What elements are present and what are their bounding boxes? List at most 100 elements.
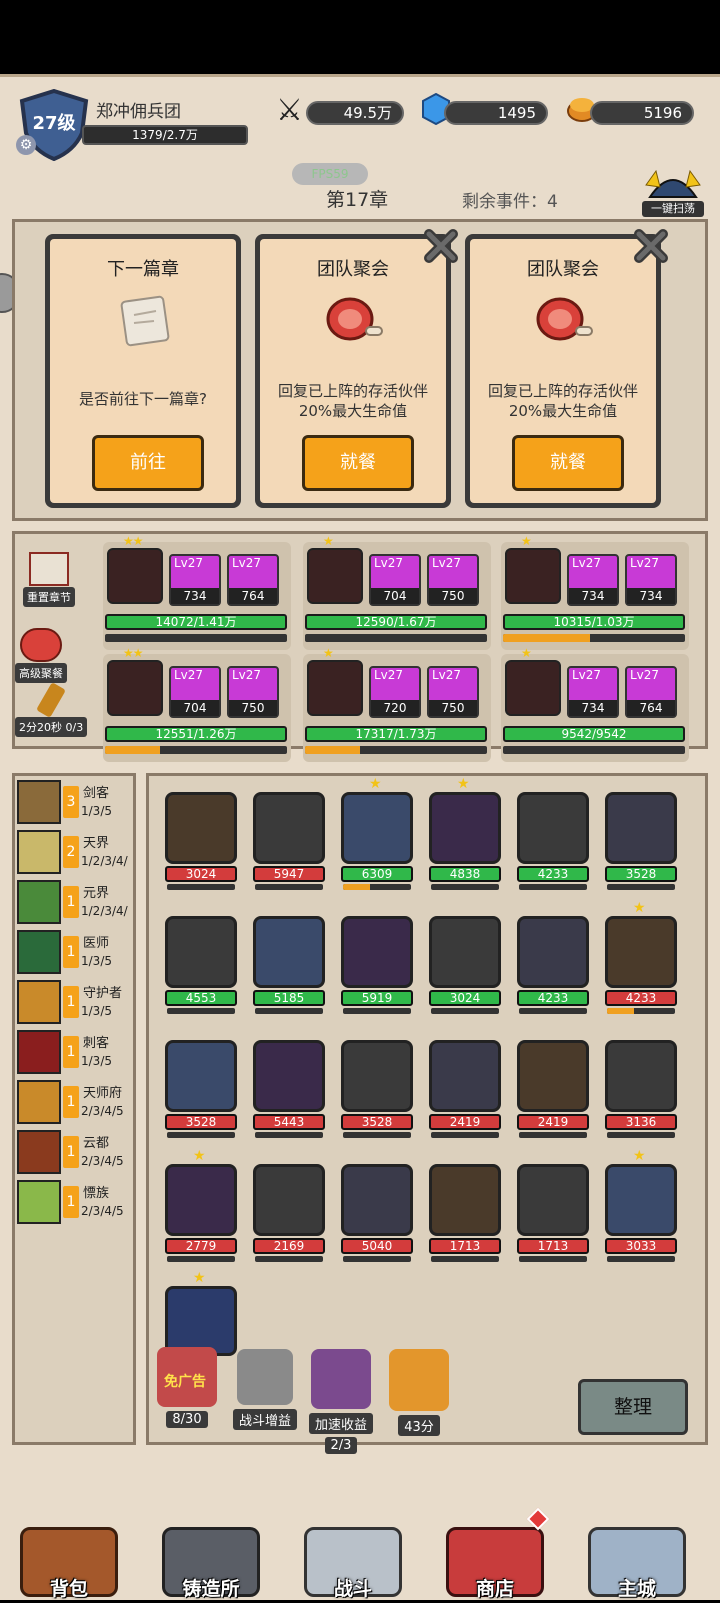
speed-boost-button[interactable]: 加速收益 2/3: [306, 1349, 376, 1454]
hp-bar: 3024: [165, 866, 237, 882]
equipment-slot[interactable]: Lv27 764: [227, 554, 279, 606]
bond-item[interactable]: 1 元界 1/2/3/4/: [17, 880, 131, 926]
roster-hero-card[interactable]: 3528: [341, 1030, 413, 1138]
roster-hero-card[interactable]: 2169: [253, 1154, 325, 1262]
timer-button[interactable]: 2分20秒 0/3: [15, 682, 88, 737]
nav-main-city[interactable]: 主城: [582, 1519, 692, 1603]
roster-hero-card[interactable]: 5185: [253, 906, 325, 1014]
bond-item[interactable]: 2 天界 1/2/3/4/: [17, 830, 131, 876]
bond-item[interactable]: 1 守护者 1/3/5: [17, 980, 131, 1026]
equipment-slot[interactable]: Lv27 750: [227, 666, 279, 718]
nav-battle[interactable]: 战斗: [298, 1519, 408, 1603]
team-hero-slot[interactable]: ★ Lv27 734 Lv27 734 10315/1.03万: [501, 534, 689, 650]
team-hero-slot[interactable]: ★★ Lv27 704 Lv27 750 12551/1.26万: [103, 646, 291, 762]
bond-item[interactable]: 1 云都 2/3/4/5: [17, 1130, 131, 1176]
roster-hero-card[interactable]: 5919: [341, 906, 413, 1014]
bond-name: 天界: [83, 836, 110, 851]
roster-hero-card[interactable]: 2419: [429, 1030, 501, 1138]
equipment-slot[interactable]: Lv27 750: [427, 554, 479, 606]
roster-hero-card[interactable]: 3528: [165, 1030, 237, 1138]
roster-hero-card[interactable]: 4553: [165, 906, 237, 1014]
equip-level: Lv27: [374, 556, 404, 570]
roster-hero-card[interactable]: 5947: [253, 782, 325, 890]
hp-bar: 12590/1.67万: [305, 614, 487, 630]
no-ads-button[interactable]: 免广告 8/30: [152, 1347, 222, 1428]
roster-hero-card[interactable]: 3024: [165, 782, 237, 890]
roster-hero-card[interactable]: ★ 2779: [165, 1148, 237, 1262]
roster-hero-card[interactable]: ★ 4838: [429, 776, 501, 890]
roster-hero-card[interactable]: 1713: [429, 1154, 501, 1262]
bond-icon: [17, 1030, 61, 1074]
remaining-events: 剩余事件：4: [462, 192, 558, 212]
close-icon[interactable]: [631, 226, 671, 266]
equipment-slot[interactable]: Lv27 720: [369, 666, 421, 718]
hp-bar: 1713: [517, 1238, 589, 1254]
close-icon[interactable]: [421, 226, 461, 266]
team-hero-slot[interactable]: ★ Lv27 734 Lv27 764 9542/9542: [501, 646, 689, 762]
equip-power: 704: [371, 588, 419, 604]
roster-hero-card[interactable]: ★ 6309: [341, 776, 413, 890]
roster-hero-card[interactable]: 5443: [253, 1030, 325, 1138]
energy-bar: [431, 1256, 499, 1262]
timer-label: 2分20秒 0/3: [15, 717, 88, 737]
roster-hero-card[interactable]: ★ 3033: [605, 1148, 677, 1262]
bond-item[interactable]: 1 医师 1/3/5: [17, 930, 131, 976]
nav-backpack[interactable]: 背包: [14, 1519, 124, 1603]
roster-hero-card[interactable]: 1713: [517, 1154, 589, 1262]
equip-level: Lv27: [572, 556, 602, 570]
event-title: 下一篇章: [107, 259, 179, 280]
energy-bar: [255, 1132, 323, 1138]
roster-hero-card[interactable]: 2419: [517, 1030, 589, 1138]
exp-bar: 1379/2.7万: [82, 125, 248, 145]
energy-bar: [431, 1008, 499, 1014]
nav-label: 主城: [617, 1578, 656, 1600]
roster-hero-card[interactable]: 3024: [429, 906, 501, 1014]
bond-item[interactable]: 1 慓族 2/3/4/5: [17, 1180, 131, 1226]
go-button[interactable]: 前往: [92, 435, 204, 491]
hero-portrait: [341, 792, 413, 864]
hero-portrait: [605, 792, 677, 864]
roster-hero-card[interactable]: 4233: [517, 782, 589, 890]
equipment-slot[interactable]: Lv27 734: [567, 666, 619, 718]
hp-bar: 5185: [253, 990, 325, 1006]
chest-button[interactable]: 43分: [384, 1349, 454, 1436]
gem-display[interactable]: 1495: [444, 101, 548, 125]
team-hero-slot[interactable]: ★ Lv27 720 Lv27 750 17317/1.73万: [303, 646, 491, 762]
battle-boost-button[interactable]: 战斗增益: [230, 1349, 300, 1430]
equipment-slot[interactable]: Lv27 750: [427, 666, 479, 718]
nav-shop[interactable]: 商店: [440, 1507, 550, 1603]
gear-icon[interactable]: ⚙: [16, 135, 36, 155]
premium-feast-button[interactable]: 高级聚餐: [15, 628, 67, 683]
reset-chapter-button[interactable]: 重置章节: [23, 552, 75, 607]
equipment-slot[interactable]: Lv27 704: [169, 666, 221, 718]
roster-hero-card[interactable]: 3136: [605, 1030, 677, 1138]
bond-name: 云都: [83, 1136, 110, 1151]
dine-button[interactable]: 就餐: [302, 435, 414, 491]
equipment-slot[interactable]: Lv27 704: [369, 554, 421, 606]
equipment-slot[interactable]: Lv27 764: [625, 666, 677, 718]
bond-item[interactable]: 3 剑客 1/3/5: [17, 780, 131, 826]
hero-portrait: [605, 1164, 677, 1236]
roster-hero-card[interactable]: 3528: [605, 782, 677, 890]
hero-portrait: [165, 1164, 237, 1236]
sort-button[interactable]: 整理: [578, 1379, 688, 1435]
nav-forge[interactable]: 铸造所: [156, 1519, 266, 1603]
team-hero-slot[interactable]: ★★ Lv27 734 Lv27 764 14072/1.41万: [103, 534, 291, 650]
equipment-slot[interactable]: Lv27 734: [169, 554, 221, 606]
coin-display[interactable]: 5196: [590, 101, 694, 125]
team-hero-slot[interactable]: ★ Lv27 704 Lv27 750 12590/1.67万: [303, 534, 491, 650]
bond-item[interactable]: 1 刺客 1/3/5: [17, 1030, 131, 1076]
roster-hero-card[interactable]: ★ 4233: [605, 900, 677, 1014]
equipment-slot[interactable]: Lv27 734: [625, 554, 677, 606]
dine-button[interactable]: 就餐: [512, 435, 624, 491]
hero-portrait: [429, 792, 501, 864]
sweep-button[interactable]: 一键扫荡: [642, 167, 704, 217]
roster-hero-card[interactable]: ★: [165, 1270, 237, 1356]
level-badge[interactable]: 27级 ⚙: [16, 88, 90, 162]
equipment-slot[interactable]: Lv27 734: [567, 554, 619, 606]
roster-hero-card[interactable]: 5040: [341, 1154, 413, 1262]
energy-bar: [105, 634, 287, 642]
hp-bar: 3528: [341, 1114, 413, 1130]
bond-item[interactable]: 1 天师府 2/3/4/5: [17, 1080, 131, 1126]
roster-hero-card[interactable]: 4233: [517, 906, 589, 1014]
